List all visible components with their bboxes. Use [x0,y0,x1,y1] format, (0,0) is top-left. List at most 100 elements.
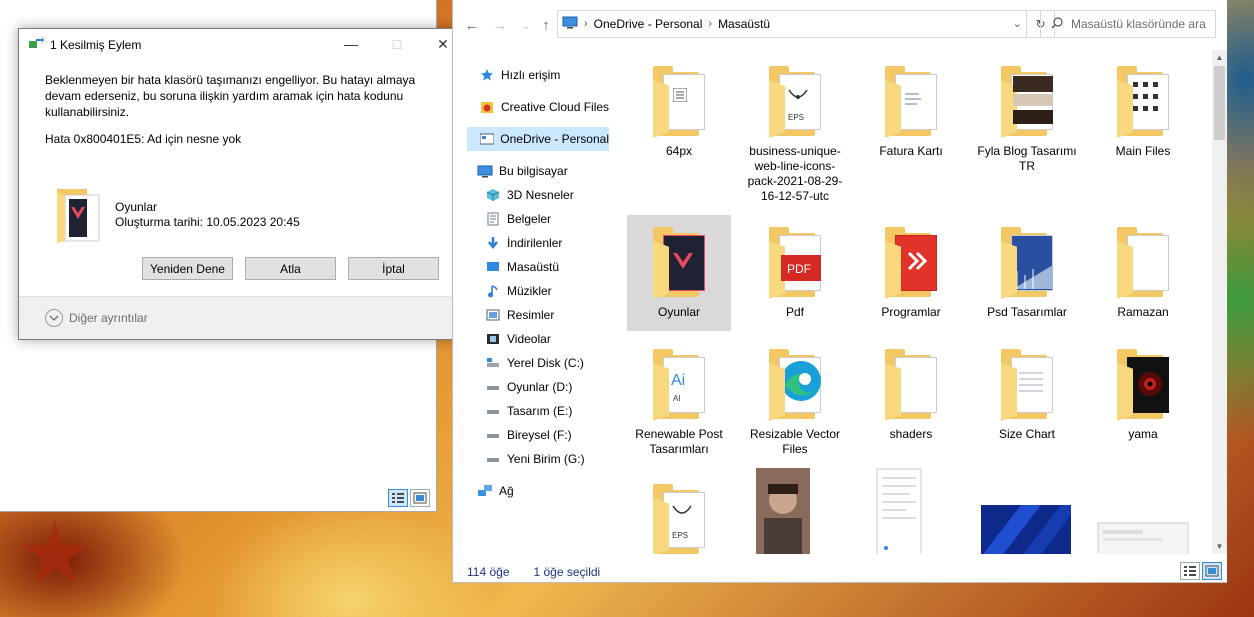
creative-cloud-icon [479,99,495,115]
folder-icon [991,60,1063,140]
maximize-button[interactable]: □ [374,29,420,59]
folder-item[interactable]: PDF Pdf [743,215,847,320]
nav-disk-c[interactable]: Yerel Disk (C:) [485,351,584,375]
search-placeholder: Masaüstü klasöründe ara [1071,17,1206,31]
folder-item[interactable]: Psd Tasarımlar [975,215,1079,320]
address-dropdown-icon[interactable]: ⌄ [1013,17,1022,30]
folder-item[interactable]: Main Files [1091,54,1195,159]
nav-onedrive[interactable]: OneDrive - Personal [467,127,609,151]
image-thumbnail[interactable] [979,505,1073,554]
selected-count: 1 öğe seçildi [533,565,601,579]
folder-item[interactable]: Programlar [859,215,963,320]
chevron-down-icon[interactable] [45,309,63,327]
skip-button[interactable]: Atla [245,257,336,280]
drive-icon [485,379,501,395]
image-thumbnail[interactable] [1095,522,1191,554]
nav-music[interactable]: Müzikler [485,279,552,303]
folder-item[interactable]: yama [1091,337,1195,442]
dialog-titlebar[interactable]: 1 Kesilmiş Eylem — □ ✕ [19,29,466,60]
folder-item[interactable]: Fyla Blog Tasarımı TR [975,54,1079,174]
large-icons-view-icon[interactable] [1202,562,1222,580]
document-thumbnail[interactable] [869,468,929,554]
scroll-down-icon[interactable]: ▼ [1212,539,1227,554]
network-icon [477,483,493,499]
onedrive-folder-icon [479,131,494,147]
minimize-button[interactable]: — [328,29,374,59]
navigation-pane: Hızlı erişim Creative Cloud Files OneDri… [453,50,613,554]
folder-icon [1107,60,1179,140]
folder-item[interactable]: EPS business-unique-web-line-icons-pack-… [743,54,847,204]
dialog-title: 1 Kesilmiş Eylem [50,37,142,52]
nav-quick-access[interactable]: Hızlı erişim [479,63,560,87]
scrollbar-thumb[interactable] [1214,66,1225,140]
illustrator-folder-icon: Ai AI [643,343,715,423]
file-explorer-window: ← → ⌄ ↑ › OneDrive - Personal › Masaüstü… [452,0,1227,583]
folder-icon [55,185,105,248]
image-thumbnail[interactable] [753,468,813,554]
folder-item[interactable]: Ai AI Renewable Post Tasarımları [627,337,731,457]
folder-item[interactable]: 64px [627,54,731,159]
more-details-link[interactable]: Diğer ayrıntılar [69,311,148,325]
details-view-icon[interactable] [1180,562,1200,580]
breadcrumb-onedrive[interactable]: OneDrive - Personal [594,17,703,31]
folder-item[interactable]: Fatura Kartı [859,54,963,159]
move-files-icon [28,36,44,53]
breadcrumb-desktop[interactable]: Masaüstü [718,17,770,31]
nav-desktop[interactable]: Masaüstü [485,255,559,279]
music-note-icon [485,283,501,299]
nav-videos[interactable]: Videolar [485,327,551,351]
eps-folder-icon: EPS [759,60,831,140]
svg-text:AI: AI [673,394,681,403]
forward-arrow-icon[interactable]: → [491,16,509,34]
nav-pictures[interactable]: Resimler [485,303,554,327]
folder-item-selected[interactable]: Oyunlar [627,215,731,331]
drive-icon [485,427,501,443]
recent-chevron-icon[interactable]: ⌄ [517,16,535,34]
details-view-icon[interactable] [388,489,408,507]
folder-icon [1107,343,1179,423]
error-code: Hata 0x800401E5: Ad için nesne yok [45,132,242,146]
folder-item[interactable]: EPS [627,472,731,554]
cancel-button[interactable]: İptal [348,257,439,280]
drive-icon [485,403,501,419]
file-name: Oyunlar [115,200,158,214]
nav-disk-g[interactable]: Yeni Birim (G:) [485,447,585,471]
svg-text:PDF: PDF [787,262,811,276]
folder-icon [1107,221,1179,301]
status-bar: 114 öğe 1 öğe seçildi [453,562,1228,582]
nav-network[interactable]: Ağ [477,479,514,503]
view-buttons [388,489,430,507]
search-icon [1051,16,1063,32]
folder-item[interactable]: Ramazan [1091,215,1195,320]
nav-disk-f[interactable]: Bireysel (F:) [485,423,572,447]
folder-item[interactable]: Size Chart [975,337,1079,442]
nav-documents[interactable]: Belgeler [485,207,551,231]
nav-3d-objects[interactable]: 3D Nesneler [485,183,574,207]
search-box[interactable]: Masaüstü klasöründe ara [1040,10,1216,38]
large-icons-view-icon[interactable] [410,489,430,507]
system-drive-icon [485,355,501,371]
address-bar[interactable]: › OneDrive - Personal › Masaüstü ⌄ ↻ [557,10,1055,38]
nav-creative-cloud[interactable]: Creative Cloud Files [479,95,609,119]
vertical-scrollbar[interactable]: ▲ ▼ [1212,50,1227,554]
scroll-up-icon[interactable]: ▲ [1212,50,1227,65]
folder-item[interactable]: Resizable Vector Files [743,337,847,457]
retry-button[interactable]: Yeniden Dene [142,257,233,280]
dialog-footer: Diğer ayrıntılar [19,296,466,339]
nav-this-pc[interactable]: Bu bilgisayar [477,159,568,183]
svg-text:EPS: EPS [788,113,804,122]
item-count: 114 öğe [467,565,510,579]
film-icon [485,331,501,347]
computer-icon [477,163,493,179]
nav-downloads[interactable]: İndirilenler [485,231,562,255]
interrupted-action-dialog: 1 Kesilmiş Eylem — □ ✕ Beklenmeyen bir h… [18,28,467,340]
folder-item[interactable]: shaders [859,337,963,442]
back-arrow-icon[interactable]: ← [463,16,481,34]
desktop-icon [485,259,501,275]
nav-disk-d[interactable]: Oyunlar (D:) [485,375,572,399]
file-date: Oluşturma tarihi: 10.05.2023 20:45 [115,215,300,229]
nav-disk-e[interactable]: Tasarım (E:) [485,399,572,423]
up-arrow-icon[interactable]: ↑ [537,16,555,34]
folder-icon [875,221,947,301]
svg-text:Ai: Ai [671,372,685,389]
